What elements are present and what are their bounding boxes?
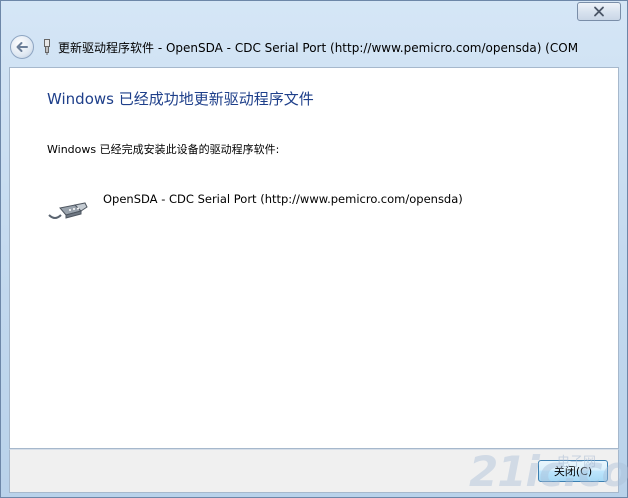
navigation-bar: 更新驱动程序软件 - OpenSDA - CDC Serial Port (ht… [1,31,627,63]
window-title: 更新驱动程序软件 - OpenSDA - CDC Serial Port (ht… [58,40,579,55]
close-icon [594,6,604,17]
watermark-logo: 21ic.com [469,447,628,496]
title-bar [1,1,627,29]
content-panel: Windows 已经成功地更新驱动程序文件 Windows 已经完成安装此设备的… [9,67,619,449]
back-button[interactable] [10,35,34,59]
serial-port-cable-icon [47,197,89,223]
usb-plug-icon [42,39,52,55]
watermark-subtitle: 电子网 [557,455,597,470]
device-name: OpenSDA - CDC Serial Port (http://www.pe… [103,192,463,206]
status-message: Windows 已经完成安装此设备的驱动程序软件: [47,143,280,156]
page-title: Windows 已经成功地更新驱动程序文件 [47,90,314,108]
update-driver-window: 更新驱动程序软件 - OpenSDA - CDC Serial Port (ht… [0,0,628,498]
back-arrow-icon [16,42,28,52]
window-close-button[interactable] [577,2,621,21]
